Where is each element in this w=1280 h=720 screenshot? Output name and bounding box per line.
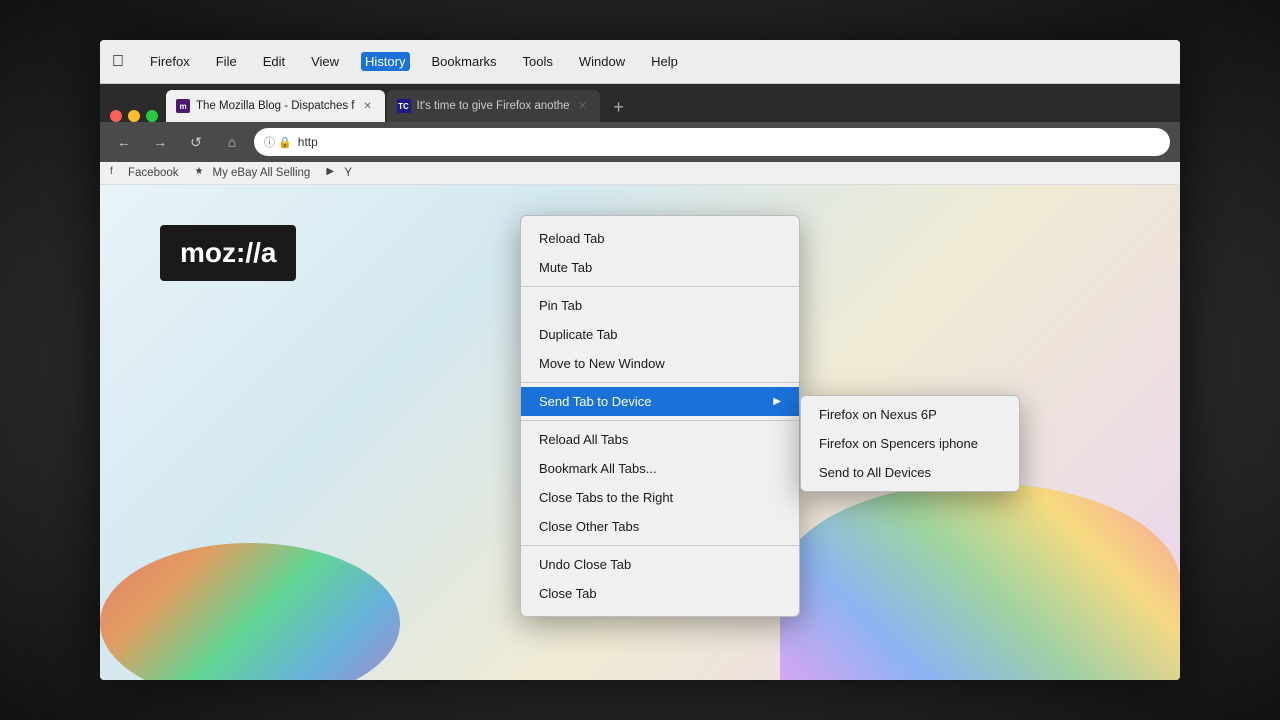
back-button[interactable]: ← xyxy=(110,128,138,156)
window-menu[interactable]: Window xyxy=(575,52,629,71)
bg-decoration-1 xyxy=(100,543,400,680)
context-menu-section-1: Reload Tab Mute Tab xyxy=(521,220,799,287)
bookmark-ebay-label: My eBay All Selling xyxy=(213,167,311,179)
tab-close-mozilla[interactable]: ✕ xyxy=(361,99,375,113)
tools-menu[interactable]: Tools xyxy=(519,52,557,71)
new-tab-button[interactable]: + xyxy=(606,94,632,120)
send-to-iphone-item[interactable]: Firefox on Spencers iphone xyxy=(801,429,1019,458)
bookmark-facebook[interactable]: f Facebook xyxy=(110,166,179,180)
tab-close-techcrunch[interactable]: ✕ xyxy=(576,99,590,113)
nav-bar: ← → ↺ ⌂ ⓘ 🔒 http xyxy=(100,122,1180,162)
tab-title-techcrunch: It's time to give Firefox anothe xyxy=(417,100,570,112)
browser-chrome: m The Mozilla Blog - Dispatches f ✕ TC I… xyxy=(100,84,1180,185)
tab-favicon-mozilla: m xyxy=(176,99,190,113)
context-menu-section-2: Pin Tab Duplicate Tab Move to New Window xyxy=(521,287,799,383)
bookmarks-bar: f Facebook ★ My eBay All Selling ▶ Y xyxy=(100,162,1180,185)
context-menu: Reload Tab Mute Tab Pin Tab Duplicate Ta… xyxy=(520,215,800,617)
send-to-all-devices-item[interactable]: Send to All Devices xyxy=(801,458,1019,487)
tab-favicon-techcrunch: TC xyxy=(397,99,411,113)
close-other-tabs-item[interactable]: Close Other Tabs xyxy=(521,512,799,541)
view-menu[interactable]: View xyxy=(307,52,343,71)
bookmark-facebook-label: Facebook xyxy=(128,167,179,179)
menu-bar:  Firefox File Edit View History Bookmar… xyxy=(100,40,1180,84)
traffic-lights xyxy=(110,110,158,122)
bookmark-youtube[interactable]: ▶ Y xyxy=(326,166,352,180)
close-window-button[interactable] xyxy=(110,110,122,122)
file-menu[interactable]: File xyxy=(212,52,241,71)
laptop-screen:  Firefox File Edit View History Bookmar… xyxy=(100,40,1180,680)
help-menu[interactable]: Help xyxy=(647,52,682,71)
send-to-nexus-item[interactable]: Firefox on Nexus 6P xyxy=(801,400,1019,429)
mute-tab-item[interactable]: Mute Tab xyxy=(521,253,799,282)
url-bar[interactable]: ⓘ 🔒 http xyxy=(254,128,1170,156)
firefox-menu[interactable]: Firefox xyxy=(146,52,194,71)
home-button[interactable]: ⌂ xyxy=(218,128,246,156)
reload-button[interactable]: ↺ xyxy=(182,128,210,156)
forward-button[interactable]: → xyxy=(146,128,174,156)
context-menu-section-4: Reload All Tabs Bookmark All Tabs... Clo… xyxy=(521,421,799,546)
tab-mozilla-blog[interactable]: m The Mozilla Blog - Dispatches f ✕ xyxy=(166,90,385,122)
submenu-arrow-icon: ▶ xyxy=(773,396,781,407)
tabs-bar: m The Mozilla Blog - Dispatches f ✕ TC I… xyxy=(100,84,1180,122)
ebay-icon: ★ xyxy=(195,166,209,180)
move-to-new-window-item[interactable]: Move to New Window xyxy=(521,349,799,378)
reload-all-tabs-item[interactable]: Reload All Tabs xyxy=(521,425,799,454)
send-tab-to-device-item[interactable]: Send Tab to Device ▶ xyxy=(521,387,799,416)
youtube-icon: ▶ xyxy=(326,166,340,180)
minimize-window-button[interactable] xyxy=(128,110,140,122)
pin-tab-item[interactable]: Pin Tab xyxy=(521,291,799,320)
edit-menu[interactable]: Edit xyxy=(259,52,289,71)
close-tab-item[interactable]: Close Tab xyxy=(521,579,799,608)
url-security-icons: ⓘ 🔒 xyxy=(264,134,292,150)
context-menu-section-5: Undo Close Tab Close Tab xyxy=(521,546,799,612)
close-tabs-right-item[interactable]: Close Tabs to the Right xyxy=(521,483,799,512)
send-to-device-submenu: Firefox on Nexus 6P Firefox on Spencers … xyxy=(800,395,1020,492)
facebook-icon: f xyxy=(110,166,124,180)
tab-title-mozilla: The Mozilla Blog - Dispatches f xyxy=(196,100,355,112)
undo-close-tab-item[interactable]: Undo Close Tab xyxy=(521,550,799,579)
page-content: moz://a Reload Tab Mute Tab Pin Tab xyxy=(100,185,1180,680)
reload-tab-item[interactable]: Reload Tab xyxy=(521,224,799,253)
fullscreen-window-button[interactable] xyxy=(146,110,158,122)
mozilla-logo: moz://a xyxy=(160,225,296,281)
screen-wrapper:  Firefox File Edit View History Bookmar… xyxy=(0,0,1280,720)
bookmark-all-tabs-item[interactable]: Bookmark All Tabs... xyxy=(521,454,799,483)
tab-techcrunch[interactable]: TC It's time to give Firefox anothe ✕ xyxy=(387,90,600,122)
url-text: http xyxy=(298,135,318,149)
duplicate-tab-item[interactable]: Duplicate Tab xyxy=(521,320,799,349)
apple-menu[interactable]:  xyxy=(112,53,124,71)
context-menu-section-3: Send Tab to Device ▶ xyxy=(521,383,799,421)
bookmark-ebay[interactable]: ★ My eBay All Selling xyxy=(195,166,311,180)
bookmark-youtube-label: Y xyxy=(344,167,352,179)
bookmarks-menu[interactable]: Bookmarks xyxy=(428,52,501,71)
bg-decoration-2 xyxy=(780,483,1180,680)
history-menu[interactable]: History xyxy=(361,52,409,71)
